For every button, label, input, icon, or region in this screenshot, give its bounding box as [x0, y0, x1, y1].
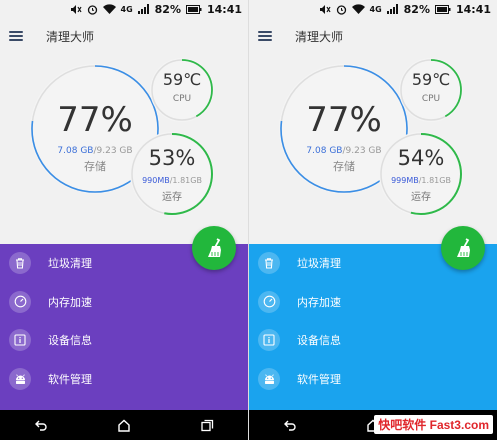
info-icon: [258, 329, 280, 352]
memory-capacity: 990MB/1.81GB: [130, 176, 214, 185]
wifi-icon: [102, 4, 116, 14]
menu-item-label: 软件管理: [48, 372, 92, 386]
app-bar: 清理大师: [249, 22, 497, 50]
menu-item-memory-boost[interactable]: 内存加速: [249, 283, 497, 322]
menu-item-app-manager[interactable]: 软件管理: [249, 360, 497, 399]
memory-capacity: 999MB/1.81GB: [379, 176, 463, 185]
network-type: 4G: [369, 4, 382, 14]
memory-total: /1.81GB: [418, 176, 451, 185]
menu-item-app-manager[interactable]: 软件管理: [0, 360, 248, 399]
menu-item-label: 设备信息: [297, 334, 341, 348]
trash-icon: [9, 252, 31, 275]
phone-screen-blue: 4G 82% 14:41 清理大师 77% 7.08 GB/9.23 GB 存储…: [249, 0, 497, 440]
cpu-gauge[interactable]: 59℃ CPU: [150, 58, 214, 122]
memory-percent: 53%: [148, 146, 196, 170]
cpu-ring: [151, 59, 213, 121]
memory-label: 运存: [411, 192, 431, 203]
storage-total: /9.23 GB: [342, 146, 382, 156]
recent-apps-icon: [200, 419, 213, 431]
signal-icon: [137, 4, 149, 14]
app-bar: 清理大师: [0, 22, 248, 50]
cpu-ring: [400, 59, 462, 121]
cpu-temperature: 59℃: [411, 70, 451, 89]
speedometer-icon: [258, 290, 280, 313]
storage-total: /9.23 GB: [93, 146, 133, 156]
phone-screen-purple: 4G 82% 14:41 清理大师 77% 7.08 GB/9.23 GB 存储…: [0, 0, 248, 440]
menu-item-device-info[interactable]: 设备信息: [249, 321, 497, 360]
home-icon: [118, 419, 130, 432]
memory-gauge[interactable]: 54% 999MB/1.81GB 运存: [379, 132, 463, 216]
hamburger-menu-icon[interactable]: [9, 31, 23, 41]
menu-item-label: 内存加速: [48, 295, 92, 309]
wifi-icon: [351, 4, 365, 14]
status-bar: 4G 82% 14:41: [249, 0, 497, 18]
battery-icon: [185, 4, 202, 14]
menu-item-label: 垃圾清理: [48, 257, 92, 271]
navigation-bar: [0, 410, 248, 440]
network-type: 4G: [120, 4, 133, 14]
cpu-label: CPU: [421, 94, 441, 104]
app-title: 清理大师: [46, 29, 95, 44]
clock: 14:41: [455, 2, 491, 16]
speedometer-icon: [9, 290, 31, 313]
android-icon: [258, 367, 280, 390]
recent-apps-button[interactable]: [192, 413, 222, 437]
watermark: 快吧软件 Fast3.com: [374, 415, 493, 434]
alarm-icon: [336, 4, 346, 15]
app-title: 清理大师: [295, 29, 344, 44]
broom-icon: [457, 238, 470, 257]
memory-used: 999MB: [391, 176, 419, 185]
memory-label: 运存: [162, 192, 182, 203]
storage-used: 7.08 GB: [306, 146, 343, 156]
menu-item-device-info[interactable]: 设备信息: [0, 321, 248, 360]
hamburger-menu-icon[interactable]: [258, 31, 272, 41]
back-button[interactable]: [26, 413, 56, 437]
back-arrow-icon: [284, 420, 296, 431]
alarm-icon: [87, 4, 97, 15]
clean-broom-button[interactable]: [441, 226, 485, 270]
signal-icon: [386, 4, 398, 14]
clock: 14:41: [206, 2, 242, 16]
home-button[interactable]: [109, 413, 139, 437]
info-icon: [9, 329, 31, 352]
menu-item-label: 设备信息: [48, 334, 92, 348]
menu-item-memory-boost[interactable]: 内存加速: [0, 283, 248, 322]
back-button[interactable]: [275, 413, 305, 437]
cpu-temperature: 59℃: [162, 70, 202, 89]
status-bar: 4G 82% 14:41: [0, 0, 248, 18]
back-arrow-icon: [35, 420, 47, 431]
memory-percent: 54%: [397, 146, 445, 170]
mute-icon: [319, 4, 331, 14]
memory-used: 990MB: [142, 176, 170, 185]
broom-icon: [208, 238, 221, 257]
memory-ring: [131, 133, 213, 215]
mute-icon: [70, 4, 82, 14]
memory-total: /1.81GB: [169, 176, 202, 185]
menu-item-label: 内存加速: [297, 295, 341, 309]
battery-percent: 82%: [403, 2, 430, 16]
cpu-gauge[interactable]: 59℃ CPU: [399, 58, 463, 122]
storage-used: 7.08 GB: [57, 146, 94, 156]
cpu-label: CPU: [172, 94, 192, 104]
clean-broom-button[interactable]: [192, 226, 236, 270]
trash-icon: [258, 252, 280, 275]
memory-ring: [380, 133, 462, 215]
memory-gauge[interactable]: 53% 990MB/1.81GB 运存: [130, 132, 214, 216]
menu-item-label: 软件管理: [297, 372, 341, 386]
android-icon: [9, 367, 31, 390]
battery-percent: 82%: [154, 2, 181, 16]
menu-item-label: 垃圾清理: [297, 257, 341, 271]
battery-icon: [434, 4, 451, 14]
